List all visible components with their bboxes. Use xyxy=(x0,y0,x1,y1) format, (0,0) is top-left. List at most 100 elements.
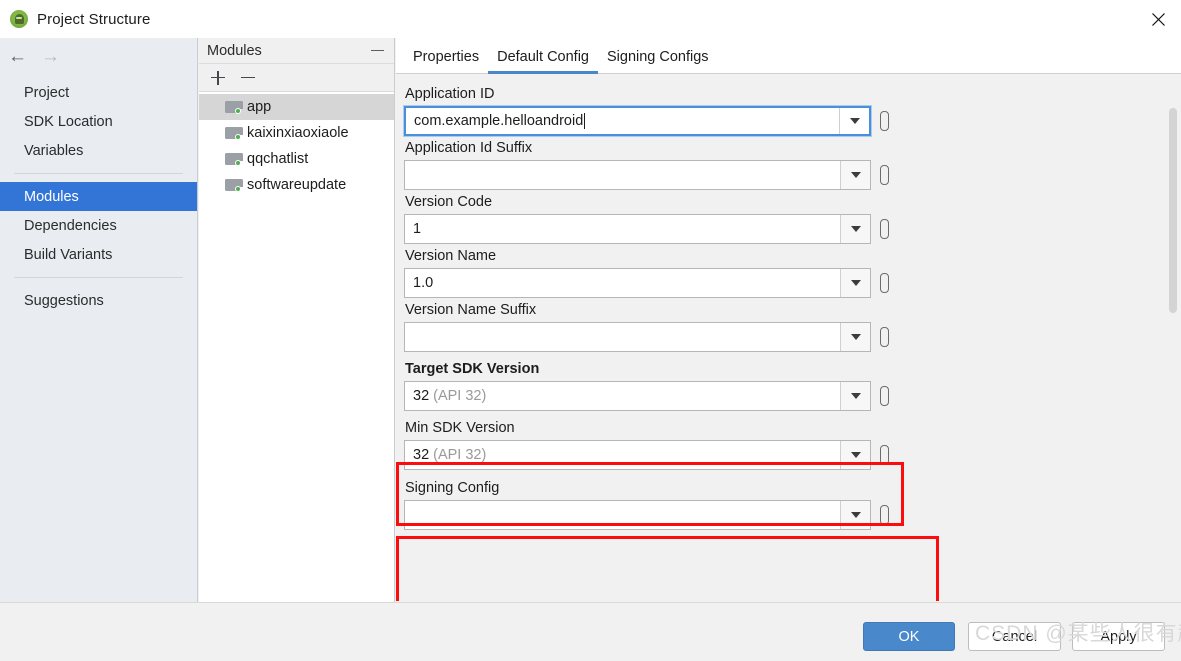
version-name-combo[interactable]: 1.0 xyxy=(404,268,871,298)
module-item-softwareupdate[interactable]: softwareupdate xyxy=(199,172,394,198)
sidebar-item-project[interactable]: Project xyxy=(0,78,197,107)
combo-value[interactable] xyxy=(405,501,840,529)
version-code-combo[interactable]: 1 xyxy=(404,214,871,244)
field-label: Target SDK Version xyxy=(405,361,540,377)
dropdown-button[interactable] xyxy=(839,108,869,134)
application-id-suffix-combo[interactable] xyxy=(404,160,871,190)
module-item-app[interactable]: app xyxy=(199,94,394,120)
ok-button-label: OK xyxy=(898,628,920,645)
combo-value-suffix: (API 32) xyxy=(433,388,487,404)
target-sdk-version-combo[interactable]: 32 (API 32) xyxy=(404,381,871,411)
ok-button[interactable]: OK xyxy=(863,622,955,651)
dropdown-button[interactable] xyxy=(840,441,870,469)
sidebar-item-label: Variables xyxy=(24,142,84,159)
android-studio-icon xyxy=(10,10,28,28)
chevron-down-icon xyxy=(849,118,860,124)
dropdown-button[interactable] xyxy=(840,501,870,529)
sidebar-item-variables[interactable]: Variables xyxy=(0,136,197,165)
variable-picker-icon[interactable] xyxy=(880,111,889,131)
cancel-button[interactable]: Cancel xyxy=(968,622,1061,651)
tab-bar: Properties Default Config Signing Config… xyxy=(396,38,1181,74)
combo-value[interactable]: 32 (API 32) xyxy=(405,441,840,469)
chevron-down-icon xyxy=(850,512,861,518)
combo-value-text: 32 xyxy=(413,447,430,463)
version-name-suffix-combo[interactable] xyxy=(404,322,871,352)
sidebar-item-label: Build Variants xyxy=(24,246,113,263)
dropdown-button[interactable] xyxy=(840,161,870,189)
module-item-qqchatlist[interactable]: qqchatlist xyxy=(199,146,394,172)
variable-picker-icon[interactable] xyxy=(880,273,889,293)
combo-value[interactable]: com.example.helloandroid xyxy=(406,108,839,134)
module-folder-icon xyxy=(225,179,243,192)
field-label: Version Name xyxy=(405,248,497,264)
variable-picker-icon[interactable] xyxy=(880,386,889,406)
combo-value-text: 1.0 xyxy=(413,275,434,291)
field-target-sdk-version: Target SDK Version 32 (API 32) xyxy=(404,361,1181,411)
dropdown-button[interactable] xyxy=(840,269,870,297)
chevron-down-icon xyxy=(850,334,861,340)
arrow-right-icon[interactable]: → xyxy=(41,47,60,66)
sidebar-item-build-variants[interactable]: Build Variants xyxy=(0,240,197,269)
close-icon xyxy=(1151,12,1165,26)
collapse-icon[interactable] xyxy=(371,49,384,52)
scrollbar-thumb[interactable] xyxy=(1169,108,1177,313)
module-item-kaixinxiaoxiaole[interactable]: kaixinxiaoxiaole xyxy=(199,120,394,146)
sidebar-item-suggestions[interactable]: Suggestions xyxy=(0,286,197,315)
highlight-box-min-sdk-version xyxy=(396,536,939,601)
tab-label: Signing Configs xyxy=(606,49,709,65)
title-bar: Project Structure xyxy=(0,0,1181,38)
sidebar-item-sdk-location[interactable]: SDK Location xyxy=(0,107,197,136)
field-version-name-suffix: Version Name Suffix xyxy=(404,302,1181,352)
variable-picker-icon[interactable] xyxy=(880,165,889,185)
tab-properties[interactable]: Properties xyxy=(404,49,488,73)
field-signing-config: Signing Config xyxy=(404,480,1181,530)
sidebar-item-label: SDK Location xyxy=(24,113,113,130)
cancel-button-label: Cancel xyxy=(991,628,1038,645)
combo-value[interactable]: 1 xyxy=(405,215,840,243)
variable-picker-icon[interactable] xyxy=(880,327,889,347)
field-application-id-suffix: Application Id Suffix xyxy=(404,140,1181,190)
field-min-sdk-version: Min SDK Version 32 (API 32) xyxy=(404,420,1181,470)
variable-picker-icon[interactable] xyxy=(880,445,889,465)
arrow-left-icon[interactable]: ← xyxy=(8,47,27,66)
window-title: Project Structure xyxy=(37,10,151,28)
module-folder-icon xyxy=(225,101,243,114)
field-label: Version Code xyxy=(405,194,493,210)
dropdown-button[interactable] xyxy=(840,215,870,243)
modules-toolbar xyxy=(199,64,394,92)
tab-default-config[interactable]: Default Config xyxy=(488,49,598,74)
dropdown-button[interactable] xyxy=(840,323,870,351)
remove-module-button[interactable] xyxy=(241,71,255,85)
combo-value[interactable] xyxy=(405,161,840,189)
form-scrollbar[interactable] xyxy=(1166,75,1179,602)
module-item-label: kaixinxiaoxiaole xyxy=(247,125,349,141)
sidebar-item-label: Dependencies xyxy=(24,217,117,234)
sidebar-item-label: Project xyxy=(24,84,70,101)
left-navigation-panel: ← → Project SDK Location Variables Modul… xyxy=(0,38,198,602)
variable-picker-icon[interactable] xyxy=(880,505,889,525)
combo-value[interactable] xyxy=(405,323,840,351)
dropdown-button[interactable] xyxy=(840,382,870,410)
combo-value-text: com.example.helloandroid xyxy=(414,113,584,129)
field-version-name: Version Name 1.0 xyxy=(404,248,1181,298)
sidebar-item-modules[interactable]: Modules xyxy=(0,182,197,211)
variable-picker-icon[interactable] xyxy=(880,219,889,239)
modules-panel: Modules app kaixinxiaoxiaole qqchatlist … xyxy=(199,38,395,602)
sidebar-item-dependencies[interactable]: Dependencies xyxy=(0,211,197,240)
application-id-combo[interactable]: com.example.helloandroid xyxy=(404,106,871,136)
chevron-down-icon xyxy=(850,226,861,232)
signing-config-combo[interactable] xyxy=(404,500,871,530)
close-button[interactable] xyxy=(1135,0,1181,38)
nav-separator xyxy=(14,173,183,174)
tab-signing-configs[interactable]: Signing Configs xyxy=(598,49,718,73)
min-sdk-version-combo[interactable]: 32 (API 32) xyxy=(404,440,871,470)
add-module-button[interactable] xyxy=(211,70,225,85)
field-label: Signing Config xyxy=(405,480,500,496)
apply-button[interactable]: Apply xyxy=(1072,622,1165,651)
combo-value[interactable]: 32 (API 32) xyxy=(405,382,840,410)
field-label: Version Name Suffix xyxy=(405,302,537,318)
combo-value-suffix: (API 32) xyxy=(433,447,487,463)
modules-list: app kaixinxiaoxiaole qqchatlist software… xyxy=(199,92,394,198)
chevron-down-icon xyxy=(850,280,861,286)
combo-value[interactable]: 1.0 xyxy=(405,269,840,297)
